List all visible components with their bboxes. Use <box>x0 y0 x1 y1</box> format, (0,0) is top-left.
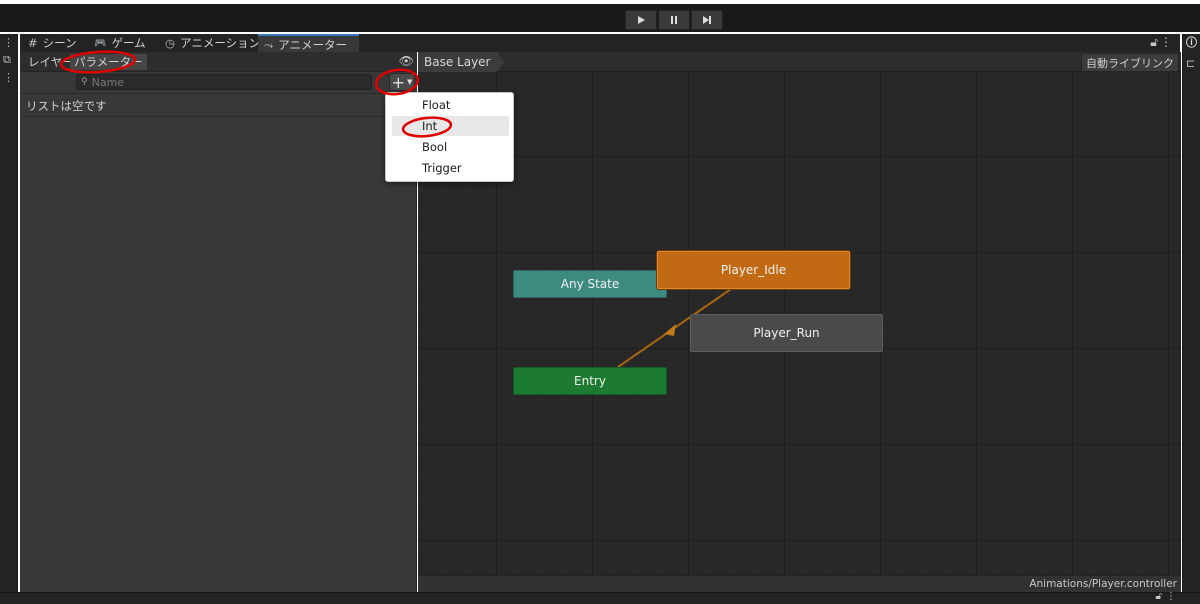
any-state-node[interactable]: Any State <box>513 270 667 298</box>
parameters-panel: レイヤー パラメーター 👁︎ ⚲ Name + ▼ リストは空です <box>20 52 417 592</box>
tab-animator[interactable]: ⤳ アニメーター <box>258 34 359 54</box>
auto-live-link-button[interactable]: 自動ライブリンク <box>1081 53 1179 72</box>
more-vert-icon[interactable]: ⋮ <box>1166 591 1176 602</box>
breadcrumb-base-layer[interactable]: Base Layer <box>418 52 505 72</box>
layers-icon[interactable]: ⧉ <box>3 54 11 66</box>
divider <box>20 116 417 117</box>
add-parameter-button[interactable]: + ▼ <box>389 72 415 92</box>
tab-scene[interactable]: # シーン <box>28 34 77 52</box>
play-button[interactable] <box>625 10 657 30</box>
gamepad-icon: 🎮 <box>94 37 107 49</box>
plus-icon: + <box>391 72 405 92</box>
add-parameter-menu: Float Int Bool Trigger <box>385 92 514 182</box>
pause-icon <box>671 16 677 24</box>
step-button[interactable] <box>691 10 723 30</box>
right-dock-strip: ⓘ ⊏ <box>1182 34 1200 594</box>
menu-item-bool[interactable]: Bool <box>392 137 509 157</box>
empty-list-label: リストは空です <box>26 99 107 113</box>
lock-icon[interactable]: 🔓︎ <box>1156 591 1162 602</box>
tab-animation[interactable]: ◷ アニメーション <box>165 34 260 52</box>
eye-icon[interactable]: 👁︎ <box>399 54 414 68</box>
graph-status-bar: Animations/Player.controller <box>418 575 1181 592</box>
bottom-panel-bar: 🔓︎ ⋮ <box>0 591 1200 604</box>
main-toolbar <box>0 4 1200 32</box>
playback-controls <box>625 10 724 30</box>
search-row: ⚲ Name + ▼ <box>20 72 417 94</box>
graph-header: Base Layer 自動ライブリンク <box>418 52 1181 72</box>
tab-label: アニメーション <box>180 36 261 50</box>
tab-parameters[interactable]: パラメーター <box>70 54 147 70</box>
play-icon <box>638 16 645 24</box>
more-vert-icon[interactable]: ⋮ <box>1160 35 1172 49</box>
hierarchy-icon[interactable]: ⊏ <box>1186 58 1195 70</box>
more-vert-icon[interactable]: ⋮ <box>3 72 14 84</box>
search-input[interactable]: ⚲ Name <box>76 74 372 90</box>
entry-node[interactable]: Entry <box>513 367 667 395</box>
panel-header: レイヤー パラメーター 👁︎ <box>20 52 417 72</box>
editor-tab-bar: # シーン 🎮 ゲーム ◷ アニメーション ⤳ アニメーター 🔓︎ ⋮ <box>20 34 1180 54</box>
player-run-node[interactable]: Player_Run <box>690 314 883 352</box>
tab-label: シーン <box>42 36 77 50</box>
grid-icon: # <box>28 36 38 50</box>
more-vert-icon[interactable]: ⋮ <box>3 37 14 49</box>
info-icon[interactable]: ⓘ <box>1186 37 1197 49</box>
chevron-down-icon: ▼ <box>407 78 413 86</box>
step-icon <box>703 16 711 24</box>
clock-icon: ◷ <box>165 36 176 50</box>
lock-icon[interactable]: 🔓︎ <box>1150 35 1158 50</box>
menu-item-int[interactable]: Int <box>392 116 509 136</box>
search-placeholder: Name <box>91 75 125 89</box>
player-idle-node[interactable]: Player_Idle <box>657 251 850 289</box>
animator-icon: ⤳ <box>264 37 274 52</box>
tab-game[interactable]: 🎮 ゲーム <box>94 34 146 52</box>
tab-label: ゲーム <box>111 36 146 50</box>
menu-item-trigger[interactable]: Trigger <box>392 158 509 178</box>
left-dock-strip: ⋮ ⧉ ⋮ <box>0 34 18 594</box>
animator-graph[interactable]: Any State Player_Idle Player_Run Entry <box>418 72 1181 575</box>
pause-button[interactable] <box>658 10 690 30</box>
controller-path: Animations/Player.controller <box>1029 578 1177 590</box>
menu-item-float[interactable]: Float <box>392 95 509 115</box>
tab-label: アニメーター <box>278 38 347 52</box>
search-icon: ⚲ <box>81 77 88 87</box>
transition-arrow <box>664 324 676 336</box>
